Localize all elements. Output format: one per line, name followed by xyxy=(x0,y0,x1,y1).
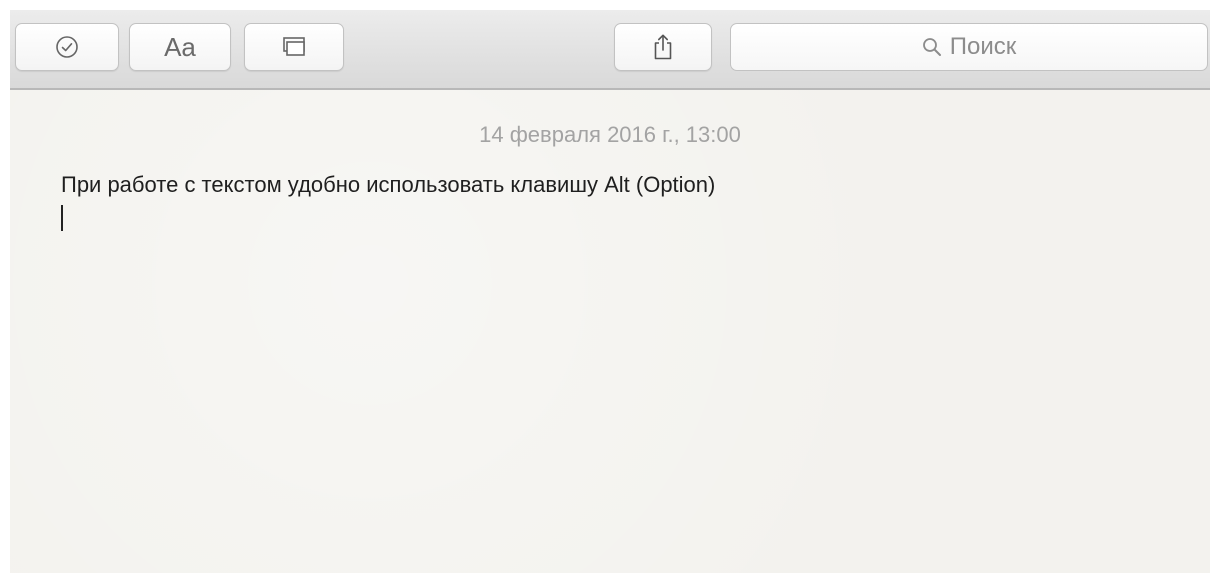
share-button[interactable] xyxy=(614,23,712,71)
checklist-button[interactable] xyxy=(15,23,119,71)
text-cursor xyxy=(61,205,63,231)
search-placeholder: Поиск xyxy=(949,33,1017,60)
note-editor[interactable]: 14 февраля 2016 г., 13:00 При работе с т… xyxy=(10,90,1210,573)
format-button-label: Aa xyxy=(164,31,196,62)
gallery-icon xyxy=(281,36,307,58)
format-button[interactable]: Aa xyxy=(129,23,231,71)
attachment-button[interactable] xyxy=(244,23,344,71)
search-icon xyxy=(922,37,942,57)
note-date: 14 февраля 2016 г., 13:00 xyxy=(479,122,741,147)
toolbar: Aa Поиск xyxy=(10,10,1210,90)
share-icon xyxy=(652,33,674,61)
search-field[interactable]: Поиск xyxy=(730,23,1208,71)
notes-window: Aa Поиск 14 февраля 2016 г., 13:00 При р… xyxy=(10,10,1210,573)
checklist-circle-icon xyxy=(55,35,79,59)
note-text-line[interactable]: При работе с текстом удобно использовать… xyxy=(61,172,715,198)
